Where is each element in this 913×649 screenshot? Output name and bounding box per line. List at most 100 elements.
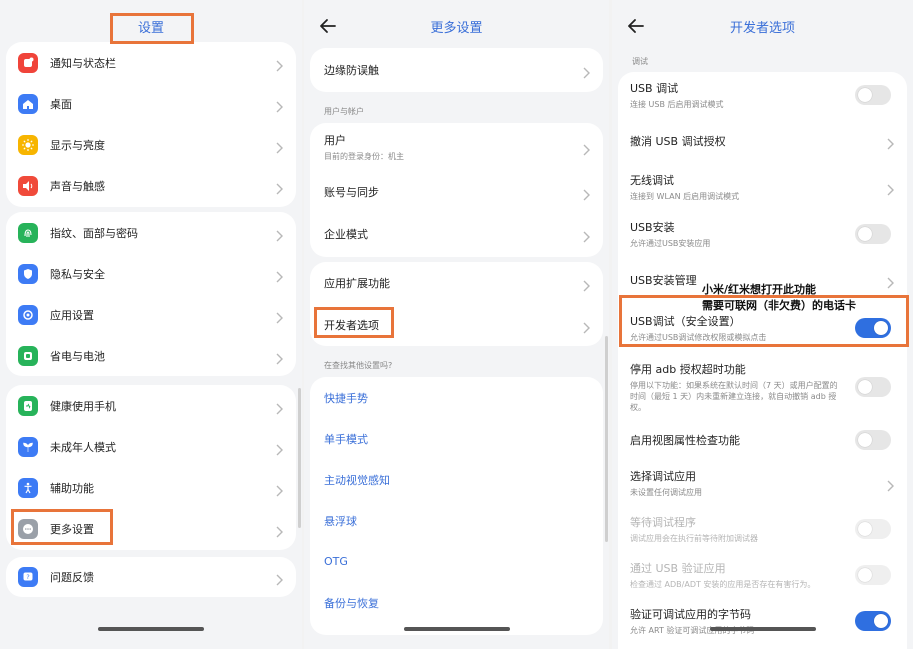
home-indicator[interactable] bbox=[403, 627, 510, 631]
verify-bytecode-item[interactable]: 验证可调试应用的字节码 允许 ART 验证可调试应用的字节码 bbox=[618, 598, 907, 644]
wait-debugger-toggle[interactable] bbox=[855, 519, 891, 539]
chevron-right-icon bbox=[583, 228, 591, 243]
item-label: 辅助功能 bbox=[50, 481, 94, 495]
chevron-right-icon bbox=[583, 141, 591, 156]
chevron-right-icon bbox=[276, 400, 284, 414]
settings-item-shield[interactable]: 隐私与安全 bbox=[6, 253, 296, 294]
item-label: 验证可调试应用的字节码 bbox=[630, 608, 751, 621]
item-label: 选择调试应用 bbox=[630, 470, 696, 483]
chevron-right-icon bbox=[583, 186, 591, 201]
search-link-item[interactable]: 快捷手势 bbox=[310, 377, 603, 418]
view-attribute-item[interactable]: 启用视图属性检查功能 bbox=[618, 420, 907, 460]
item-subtitle: 调试应用会在执行前等待附加调试器 bbox=[630, 534, 758, 543]
link-label: OTG bbox=[324, 555, 348, 568]
item-label: 声音与触感 bbox=[50, 179, 105, 193]
usb-debug-secure-toggle[interactable] bbox=[855, 318, 891, 338]
edge-mistouch-item[interactable]: 边缘防误触 bbox=[310, 48, 603, 92]
chevron-right-icon bbox=[276, 227, 284, 241]
settings-item-more[interactable]: 更多设置 bbox=[6, 508, 296, 549]
settings-item-apps[interactable]: 应用设置 bbox=[6, 294, 296, 335]
settings-item-accessibility[interactable]: 辅助功能 bbox=[6, 467, 296, 508]
chevron-right-icon bbox=[276, 441, 284, 455]
developer-options-panel: 开发者选项 调试 USB 调试 连接 USB 后启用调试模式 撤消 USB 调试… bbox=[612, 0, 913, 649]
usb-debug-toggle[interactable] bbox=[855, 85, 891, 105]
item-label: 应用扩展功能 bbox=[324, 277, 390, 290]
edge-group: 边缘防误触 bbox=[310, 48, 603, 92]
app-extension-item[interactable]: 应用扩展功能 bbox=[310, 262, 603, 304]
user-item[interactable]: 用户 目前的登录身份：机主 bbox=[310, 123, 603, 171]
back-arrow-icon[interactable] bbox=[626, 16, 646, 36]
adb-timeout-toggle[interactable] bbox=[855, 377, 891, 397]
select-debug-app-item[interactable]: 选择调试应用 未设置任何调试应用 bbox=[618, 460, 907, 506]
item-label: 桌面 bbox=[50, 97, 72, 111]
apps-dev-group: 应用扩展功能 开发者选项 bbox=[310, 262, 603, 346]
scrollbar[interactable] bbox=[605, 336, 608, 542]
chevron-right-icon bbox=[276, 523, 284, 537]
settings-item-battery[interactable]: 省电与电池 bbox=[6, 335, 296, 376]
chevron-right-icon bbox=[887, 181, 895, 196]
chevron-right-icon bbox=[887, 135, 895, 150]
settings-item-feedback[interactable]: ? 问题反馈 bbox=[6, 557, 296, 597]
section-header-debug: 调试 bbox=[632, 57, 648, 66]
item-label: 开发者选项 bbox=[324, 319, 379, 332]
chevron-right-icon bbox=[887, 477, 895, 492]
settings-item-speaker[interactable]: 声音与触感 bbox=[6, 165, 296, 206]
item-label: 通知与状态栏 bbox=[50, 56, 116, 70]
verify-usb-apps-toggle[interactable] bbox=[855, 565, 891, 585]
chevron-right-icon bbox=[583, 277, 591, 292]
link-label: 主动视觉感知 bbox=[324, 473, 390, 487]
revoke-usb-auth-item[interactable]: 撤消 USB 调试授权 bbox=[618, 118, 907, 164]
verify-bytecode-toggle[interactable] bbox=[855, 611, 891, 631]
settings-item-notification[interactable]: 通知与状态栏 bbox=[6, 42, 296, 83]
search-link-item[interactable]: 主动视觉感知 bbox=[310, 459, 603, 500]
usb-debug-item[interactable]: USB 调试 连接 USB 后启用调试模式 bbox=[618, 72, 907, 118]
usb-install-toggle[interactable] bbox=[855, 224, 891, 244]
item-label: 撤消 USB 调试授权 bbox=[630, 135, 726, 148]
settings-item-sun[interactable]: 显示与亮度 bbox=[6, 124, 296, 165]
verify-usb-apps-item[interactable]: 通过 USB 验证应用 检查通过 ADB/ADT 安装的应用是否存在有害行为。 bbox=[618, 552, 907, 598]
scrollbar[interactable] bbox=[298, 388, 301, 528]
settings-item-health[interactable]: 健康使用手机 bbox=[6, 385, 296, 426]
chevron-right-icon bbox=[276, 309, 284, 323]
settings-item-fingerprint[interactable]: 指纹、面部与密码 bbox=[6, 212, 296, 253]
svg-text:?: ? bbox=[26, 573, 29, 581]
speaker-icon bbox=[18, 175, 38, 196]
usb-install-item[interactable]: USB安装 允许通过USB安装应用 bbox=[618, 210, 907, 258]
item-subtitle: 停用以下功能：如果系统在默认时间（7 天）或用户配置的时间（最短 1 天）内未重… bbox=[630, 381, 838, 412]
wireless-debug-item[interactable]: 无线调试 连接到 WLAN 后启用调试模式 bbox=[618, 164, 907, 210]
fingerprint-icon bbox=[18, 222, 38, 243]
item-label: USB调试（安全设置） bbox=[630, 315, 741, 328]
account-sync-item[interactable]: 账号与同步 bbox=[310, 171, 603, 213]
wait-debugger-item[interactable]: 等待调试程序 调试应用会在执行前等待附加调试器 bbox=[618, 506, 907, 552]
chevron-right-icon bbox=[276, 57, 284, 71]
chevron-right-icon bbox=[276, 350, 284, 364]
settings-item-home[interactable]: 桌面 bbox=[6, 83, 296, 124]
home-indicator[interactable] bbox=[709, 627, 816, 631]
search-link-item[interactable]: 单手模式 bbox=[310, 418, 603, 459]
chevron-right-icon bbox=[276, 98, 284, 112]
search-link-item[interactable]: OTG bbox=[310, 541, 603, 582]
item-label: 应用设置 bbox=[50, 308, 94, 322]
developer-options-group: USB 调试 连接 USB 后启用调试模式 撤消 USB 调试授权 无线调试 连… bbox=[618, 72, 907, 649]
home-indicator[interactable] bbox=[98, 627, 204, 631]
page-title: 开发者选项 bbox=[729, 20, 795, 36]
health-icon bbox=[18, 395, 38, 416]
settings-group-1: 通知与状态栏 桌面显示与亮度声音与触感 bbox=[6, 42, 296, 207]
view-attribute-toggle[interactable] bbox=[855, 430, 891, 450]
item-label: 指纹、面部与密码 bbox=[50, 226, 138, 240]
settings-item-sprout[interactable]: 未成年人模式 bbox=[6, 426, 296, 467]
item-label: 健康使用手机 bbox=[50, 399, 116, 413]
chevron-right-icon bbox=[276, 571, 284, 586]
adb-timeout-item[interactable]: 停用 adb 授权超时功能 停用以下功能：如果系统在默认时间（7 天）或用户配置… bbox=[618, 354, 907, 420]
more-settings-topbar: 更多设置 bbox=[304, 0, 609, 52]
chevron-right-icon bbox=[276, 180, 284, 194]
item-subtitle: 未设置任何调试应用 bbox=[630, 488, 702, 497]
item-subtitle: 连接 USB 后启用调试模式 bbox=[630, 100, 724, 109]
enterprise-mode-item[interactable]: 企业模式 bbox=[310, 213, 603, 255]
back-arrow-icon[interactable] bbox=[318, 16, 338, 36]
search-link-item[interactable]: 备份与恢复 bbox=[310, 582, 603, 623]
settings-group-4: ? 问题反馈 bbox=[6, 557, 296, 597]
chevron-right-icon bbox=[887, 274, 895, 289]
search-link-item[interactable]: 悬浮球 bbox=[310, 500, 603, 541]
developer-options-item[interactable]: 开发者选项 bbox=[310, 304, 603, 346]
